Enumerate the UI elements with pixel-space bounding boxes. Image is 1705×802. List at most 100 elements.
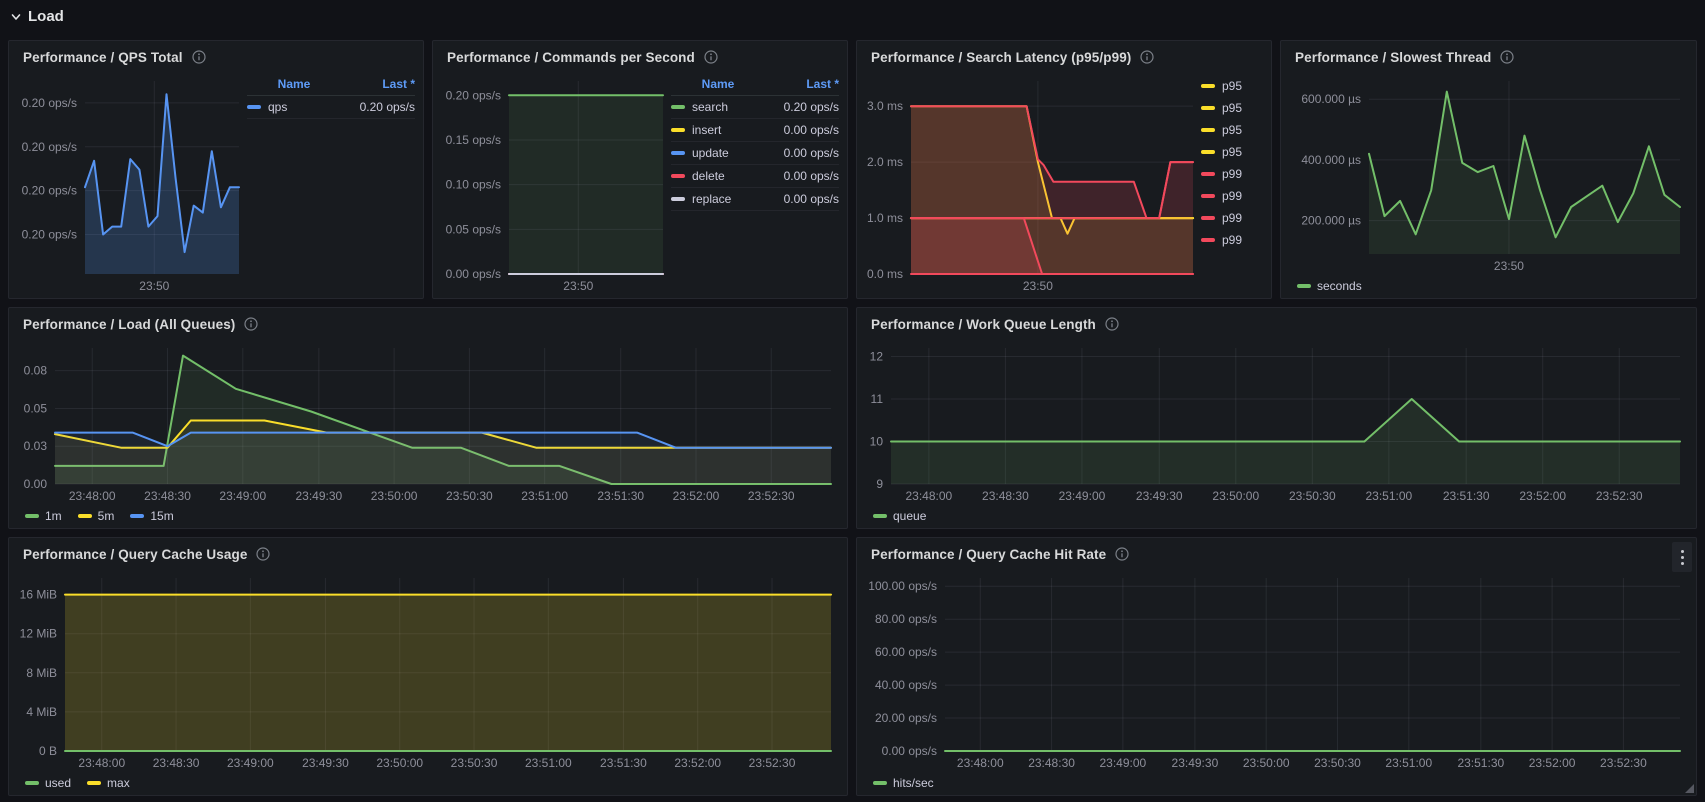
panel-title[interactable]: Performance / Search Latency (p95/p99): [871, 50, 1131, 65]
svg-text:1.0 ms: 1.0 ms: [867, 211, 903, 225]
svg-text:100.00 ops/s: 100.00 ops/s: [868, 579, 937, 593]
panel-title[interactable]: Performance / Load (All Queues): [23, 317, 235, 332]
svg-text:60.00 ops/s: 60.00 ops/s: [875, 645, 937, 659]
svg-text:0.00 ops/s: 0.00 ops/s: [882, 744, 937, 758]
legend-item-1m[interactable]: 1m: [25, 509, 62, 523]
svg-text:23:50:00: 23:50:00: [1243, 756, 1290, 770]
panel-header: Performance / Commands per Second: [441, 45, 839, 69]
svg-text:23:50:00: 23:50:00: [376, 756, 423, 770]
svg-text:23:49:30: 23:49:30: [1136, 489, 1183, 503]
series-color-marker: [1201, 216, 1215, 220]
series-color-marker: [873, 781, 887, 785]
svg-text:11: 11: [871, 392, 884, 406]
legend-item-p95[interactable]: p95: [1201, 145, 1263, 159]
panel-search-latency: Performance / Search Latency (p95/p99) 0…: [856, 40, 1272, 299]
legend-header-name[interactable]: Name: [671, 77, 765, 91]
legend-row-replace: replace0.00 ops/s: [671, 188, 839, 211]
svg-text:23:52:30: 23:52:30: [748, 489, 795, 503]
info-icon[interactable]: [704, 50, 718, 64]
panel-title[interactable]: Performance / Query Cache Hit Rate: [871, 547, 1106, 562]
svg-text:23:51:30: 23:51:30: [597, 489, 644, 503]
panel-title[interactable]: Performance / Work Queue Length: [871, 317, 1096, 332]
info-icon[interactable]: [192, 50, 206, 64]
legend-header-last[interactable]: Last *: [765, 77, 839, 91]
cache-usage-chart[interactable]: 0 B4 MiB8 MiB12 MiB16 MiB23:48:0023:48:3…: [17, 566, 839, 773]
legend-item-max[interactable]: max: [87, 776, 130, 790]
slowest-thread-chart[interactable]: 200.000 µs400.000 µs600.000 µs23:50: [1289, 69, 1688, 276]
legend-item-hits-sec[interactable]: hits/sec: [873, 776, 934, 790]
svg-text:4 MiB: 4 MiB: [26, 705, 57, 719]
legend-last-value: 0.00 ops/s: [765, 146, 839, 160]
svg-text:0.20 ops/s: 0.20 ops/s: [446, 88, 501, 102]
legend-last-value: 0.00 ops/s: [765, 169, 839, 183]
svg-text:23:51:30: 23:51:30: [1443, 489, 1490, 503]
legend-row-qps: qps0.20 ops/s: [247, 96, 415, 119]
legend-last-value: 0.20 ops/s: [765, 100, 839, 114]
svg-text:0.05 ops/s: 0.05 ops/s: [446, 222, 501, 236]
series-color-marker: [1201, 106, 1215, 110]
series-color-marker: [873, 514, 887, 518]
panel-header: Performance / Search Latency (p95/p99): [865, 45, 1263, 69]
info-icon[interactable]: [244, 317, 258, 331]
legend-item-p99[interactable]: p99: [1201, 233, 1263, 247]
panel-title[interactable]: Performance / QPS Total: [23, 50, 183, 65]
panel-header: Performance / QPS Total: [17, 45, 415, 69]
panel-header: Performance / Work Queue Length: [865, 312, 1688, 336]
panel-title[interactable]: Performance / Slowest Thread: [1295, 50, 1491, 65]
legend-series-delete[interactable]: delete: [671, 169, 765, 183]
info-icon[interactable]: [1115, 547, 1129, 561]
legend-item-15m[interactable]: 15m: [130, 509, 173, 523]
series-color-marker: [130, 514, 144, 518]
svg-text:23:49:30: 23:49:30: [1172, 756, 1219, 770]
svg-text:23:50: 23:50: [563, 279, 593, 293]
legend-series-insert[interactable]: insert: [671, 123, 765, 137]
legend-last-value: 0.00 ops/s: [765, 123, 839, 137]
series-color-marker: [1201, 150, 1215, 154]
legend: 1m 5m 15m: [17, 506, 839, 526]
legend-item-queue[interactable]: queue: [873, 509, 926, 523]
legend-item-p95[interactable]: p95: [1201, 101, 1263, 115]
legend-series-search[interactable]: search: [671, 100, 765, 114]
svg-text:23:50: 23:50: [1494, 259, 1524, 273]
commands-chart[interactable]: 0.00 ops/s0.05 ops/s0.10 ops/s0.15 ops/s…: [441, 69, 671, 296]
svg-text:23:49:00: 23:49:00: [227, 756, 274, 770]
row-header-load[interactable]: Load: [10, 8, 64, 25]
legend-item-p99[interactable]: p99: [1201, 189, 1263, 203]
legend-item-p99[interactable]: p99: [1201, 167, 1263, 181]
legend-item-p95[interactable]: p95: [1201, 123, 1263, 137]
load-chart[interactable]: 0.000.030.050.0823:48:0023:48:3023:49:00…: [17, 336, 839, 506]
legend: used max: [17, 773, 839, 793]
info-icon[interactable]: [256, 547, 270, 561]
svg-text:23:48:30: 23:48:30: [144, 489, 191, 503]
chevron-down-icon: [10, 11, 22, 23]
info-icon[interactable]: [1140, 50, 1154, 64]
legend-item-used[interactable]: used: [25, 776, 71, 790]
legend-item-5m[interactable]: 5m: [78, 509, 115, 523]
cache-hit-rate-chart[interactable]: 0.00 ops/s20.00 ops/s40.00 ops/s60.00 op…: [865, 566, 1688, 773]
series-color-marker: [247, 105, 261, 109]
svg-text:0.00: 0.00: [24, 477, 48, 491]
panel-title[interactable]: Performance / Commands per Second: [447, 50, 695, 65]
panel-header: Performance / Query Cache Hit Rate: [865, 542, 1688, 566]
legend-item-p99[interactable]: p99: [1201, 211, 1263, 225]
info-icon[interactable]: [1500, 50, 1514, 64]
legend-series-qps[interactable]: qps: [247, 100, 341, 114]
panel-title[interactable]: Performance / Query Cache Usage: [23, 547, 247, 562]
svg-text:23:52:00: 23:52:00: [1519, 489, 1566, 503]
qps-chart[interactable]: 0.20 ops/s0.20 ops/s0.20 ops/s0.20 ops/s…: [17, 69, 247, 296]
panel-commands-per-second: Performance / Commands per Second 0.00 o…: [432, 40, 848, 299]
panel-header: Performance / Query Cache Usage: [17, 542, 839, 566]
legend-header-last[interactable]: Last *: [341, 77, 415, 91]
legend-item-seconds[interactable]: seconds: [1297, 279, 1362, 293]
panel-menu-kebab-icon[interactable]: [1672, 542, 1692, 572]
legend-series-update[interactable]: update: [671, 146, 765, 160]
info-icon[interactable]: [1105, 317, 1119, 331]
latency-chart[interactable]: 0.0 ms1.0 ms2.0 ms3.0 ms23:50: [865, 69, 1201, 296]
work-queue-chart[interactable]: 910111223:48:0023:48:3023:49:0023:49:302…: [865, 336, 1688, 506]
legend-series-replace[interactable]: replace: [671, 192, 765, 206]
svg-text:600.000 µs: 600.000 µs: [1301, 92, 1361, 106]
panel-resize-handle[interactable]: [1685, 784, 1694, 793]
legend-header-name[interactable]: Name: [247, 77, 341, 91]
svg-text:23:48:30: 23:48:30: [153, 756, 200, 770]
legend-item-p95[interactable]: p95: [1201, 79, 1263, 93]
